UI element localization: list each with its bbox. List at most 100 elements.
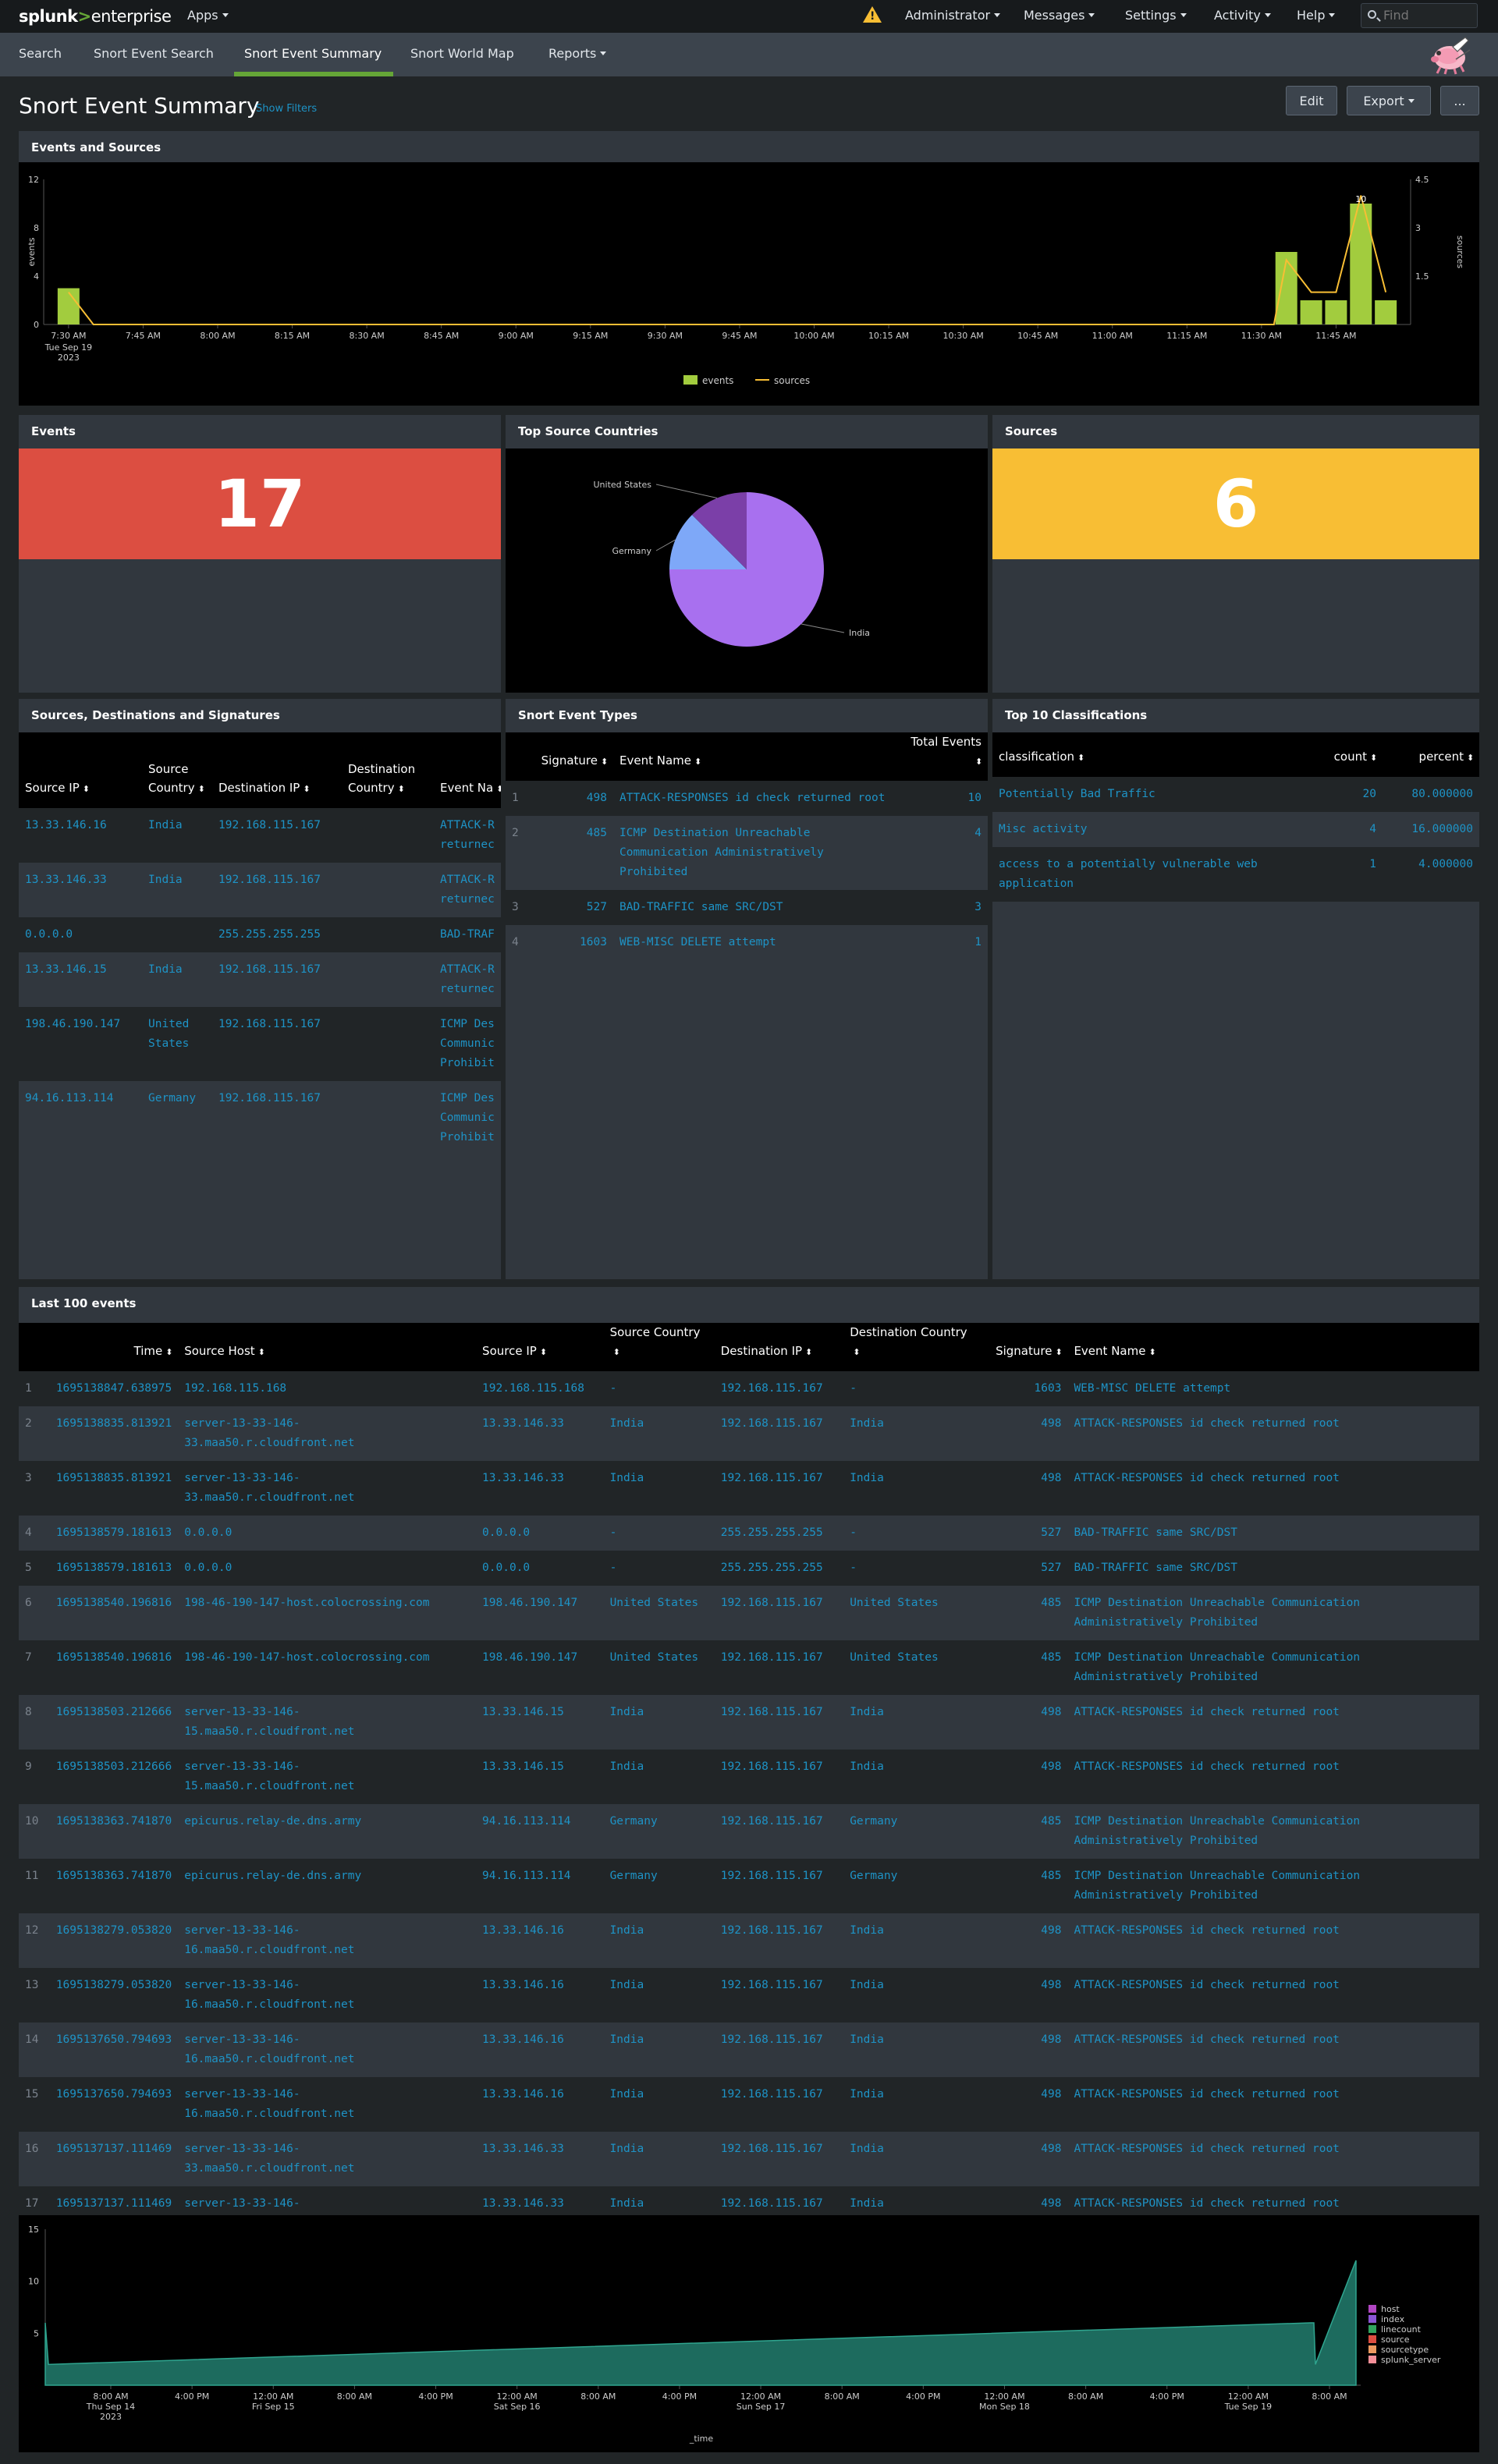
more-button[interactable]: ...	[1440, 86, 1479, 115]
table-cell[interactable]: 13.33.146.16	[476, 1968, 604, 2023]
table-cell[interactable]: 192.168.115.167	[714, 2023, 844, 2077]
table-cell[interactable]: Misc activity	[992, 812, 1305, 847]
table-cell[interactable]: 498	[982, 1968, 1068, 2023]
table-row[interactable]: 12 1695138279.053820 server-13-33-146-16.m…	[19, 1913, 1479, 1968]
table-cell[interactable]: 1695138540.196816	[49, 1586, 179, 1640]
table-cell[interactable]: 498	[982, 1750, 1068, 1804]
table-cell[interactable]: 255.255.255.255	[714, 1516, 844, 1551]
table-cell[interactable]: India	[142, 863, 212, 917]
table-cell[interactable]: 1695138540.196816	[49, 1640, 179, 1695]
table-cell[interactable]: 192.168.115.167	[714, 1371, 844, 1406]
table-cell[interactable]: India	[843, 2132, 983, 2186]
table-cell[interactable]: 4.000000	[1383, 847, 1479, 902]
table-cell[interactable]: United States	[142, 1007, 212, 1081]
sort-icon[interactable]: ⬍	[540, 1343, 547, 1362]
table-row[interactable]: 16 1695137137.111469 server-13-33-146-33.m…	[19, 2132, 1479, 2186]
column-header[interactable]: Event Na ⬍	[434, 732, 501, 808]
column-header[interactable]: Total Events ⬍	[902, 732, 988, 781]
table-cell[interactable]: 198-46-190-147-host.colocrossing.com	[178, 1640, 477, 1695]
table-cell[interactable]: server-13-33-146-15.maa50.r.cloudfront.n…	[178, 1750, 477, 1804]
table-cell[interactable]: ICMP Destination Unreachable Communicati…	[613, 816, 902, 890]
table-cell[interactable]: 192.168.115.168	[178, 1371, 477, 1406]
table-cell[interactable]: 3	[902, 890, 988, 925]
table-cell[interactable]: 192.168.115.168	[476, 1371, 604, 1406]
table-cell[interactable]: India	[603, 2023, 715, 2077]
table-cell[interactable]: 198.46.190.147	[476, 1586, 604, 1640]
nav-snort-world-map[interactable]: Snort World Map	[410, 46, 514, 61]
table-cell[interactable]: 0.0.0.0	[178, 1551, 477, 1586]
nav-reports[interactable]: Reports	[548, 46, 607, 61]
table-cell[interactable]: ICMP Destination Unreachable Communicati…	[1067, 1804, 1479, 1859]
table-cell[interactable]: India	[843, 1406, 983, 1461]
table-row[interactable]: 4 1603 WEB-MISC DELETE attempt 1	[506, 925, 988, 960]
table-cell[interactable]: Germany	[843, 1859, 983, 1913]
table-cell[interactable]: 16.000000	[1383, 812, 1479, 847]
table-cell[interactable]: 94.16.113.114	[476, 1804, 604, 1859]
table-cell[interactable]: 192.168.115.167	[714, 2077, 844, 2132]
column-header[interactable]: percent ⬍	[1383, 732, 1479, 777]
column-header[interactable]: Event Name ⬍	[613, 732, 902, 781]
table-cell[interactable]: server-13-33-146-16.maa50.r.cloudfront.n…	[178, 1968, 477, 2023]
table-cell[interactable]: 13.33.146.16	[476, 1913, 604, 1968]
table-cell[interactable]: ATTACK-RESPONSES id check returned root	[613, 781, 902, 816]
table-cell[interactable]	[342, 1007, 434, 1081]
table-cell[interactable]: 192.168.115.167	[714, 1406, 844, 1461]
sort-icon[interactable]: ⬍	[613, 1343, 620, 1362]
splunk-logo[interactable]: splunk>enterprise	[19, 7, 172, 26]
table-cell[interactable]: 1695138279.053820	[49, 1913, 179, 1968]
table-cell[interactable]: ATTACK-R id check returnec	[434, 808, 501, 863]
table-cell[interactable]: 10	[902, 781, 988, 816]
table-row[interactable]: 2 485 ICMP Destination Unreachable Communi…	[506, 816, 988, 890]
table-cell[interactable]	[342, 808, 434, 863]
sort-icon[interactable]: ⬍	[165, 1343, 172, 1362]
find-box[interactable]	[1361, 3, 1478, 28]
sort-icon[interactable]: ⬍	[496, 780, 501, 799]
table-cell[interactable]: 527	[982, 1516, 1068, 1551]
table-row[interactable]: Potentially Bad Traffic 20 80.000000	[992, 777, 1479, 812]
nav-search[interactable]: Search	[19, 46, 62, 61]
table-cell[interactable]: 198-46-190-147-host.colocrossing.com	[178, 1586, 477, 1640]
table-cell[interactable]: India	[843, 1695, 983, 1750]
table-cell[interactable]: -	[603, 1516, 715, 1551]
table-cell[interactable]: 192.168.115.167	[714, 1640, 844, 1695]
table-cell[interactable]: 498	[982, 2023, 1068, 2077]
table-cell[interactable]: India	[603, 2077, 715, 2132]
table-cell[interactable]	[342, 952, 434, 1007]
table-row[interactable]: 2 1695138835.813921 server-13-33-146-33.ma…	[19, 1406, 1479, 1461]
table-cell[interactable]: India	[843, 1461, 983, 1516]
table-cell[interactable]: 498	[982, 1461, 1068, 1516]
table-row[interactable]: 7 1695138540.196816 198-46-190-147-host.co…	[19, 1640, 1479, 1695]
table-row[interactable]: 13.33.146.15 India 192.168.115.167 ATTACK-R…	[19, 952, 501, 1007]
help-menu[interactable]: Help	[1297, 8, 1336, 23]
table-cell[interactable]	[342, 1081, 434, 1155]
sort-icon[interactable]: ⬍	[1370, 749, 1377, 768]
table-cell[interactable]: WEB-MISC DELETE attempt	[1067, 1371, 1479, 1406]
column-header[interactable]: Time ⬍	[49, 1323, 179, 1371]
table-cell[interactable]: 255.255.255.255	[714, 1551, 844, 1586]
table-cell[interactable]: 1	[902, 925, 988, 960]
table-cell[interactable]: -	[603, 1551, 715, 1586]
table-cell[interactable]: 198.46.190.147	[476, 1640, 604, 1695]
table-cell[interactable]: India	[843, 2023, 983, 2077]
table-row[interactable]: 0.0.0.0 255.255.255.255 BAD-TRAF SRC/DST	[19, 917, 501, 952]
table-cell[interactable]: United States	[603, 1640, 715, 1695]
table-cell[interactable]: 192.168.115.167	[714, 1461, 844, 1516]
table-cell[interactable]: -	[843, 1516, 983, 1551]
table-cell[interactable]: India	[603, 1406, 715, 1461]
table-cell[interactable]: India	[603, 1695, 715, 1750]
table-cell[interactable]: Germany	[142, 1081, 212, 1155]
table-cell[interactable]	[342, 863, 434, 917]
table-cell[interactable]: access to a potentially vulnerable web a…	[992, 847, 1305, 902]
table-row[interactable]: 14 1695137650.794693 server-13-33-146-16.m…	[19, 2023, 1479, 2077]
table-cell[interactable]: 4	[1305, 812, 1383, 847]
table-row[interactable]: 11 1695138363.741870 epicurus.relay-de.dns…	[19, 1859, 1479, 1913]
table-cell[interactable]: 1695137650.794693	[49, 2077, 179, 2132]
table-row[interactable]: 13 1695138279.053820 server-13-33-146-16.m…	[19, 1968, 1479, 2023]
table-cell[interactable]: India	[603, 1968, 715, 2023]
table-cell[interactable]: server-13-33-146-15.maa50.r.cloudfront.n…	[178, 1695, 477, 1750]
table-cell[interactable]: -	[603, 1371, 715, 1406]
sort-icon[interactable]: ⬍	[1077, 749, 1084, 768]
table-cell[interactable]: BAD-TRAFFIC same SRC/DST	[1067, 1551, 1479, 1586]
sort-icon[interactable]: ⬍	[198, 780, 205, 799]
column-header[interactable]: Source Country⬍	[142, 732, 212, 808]
